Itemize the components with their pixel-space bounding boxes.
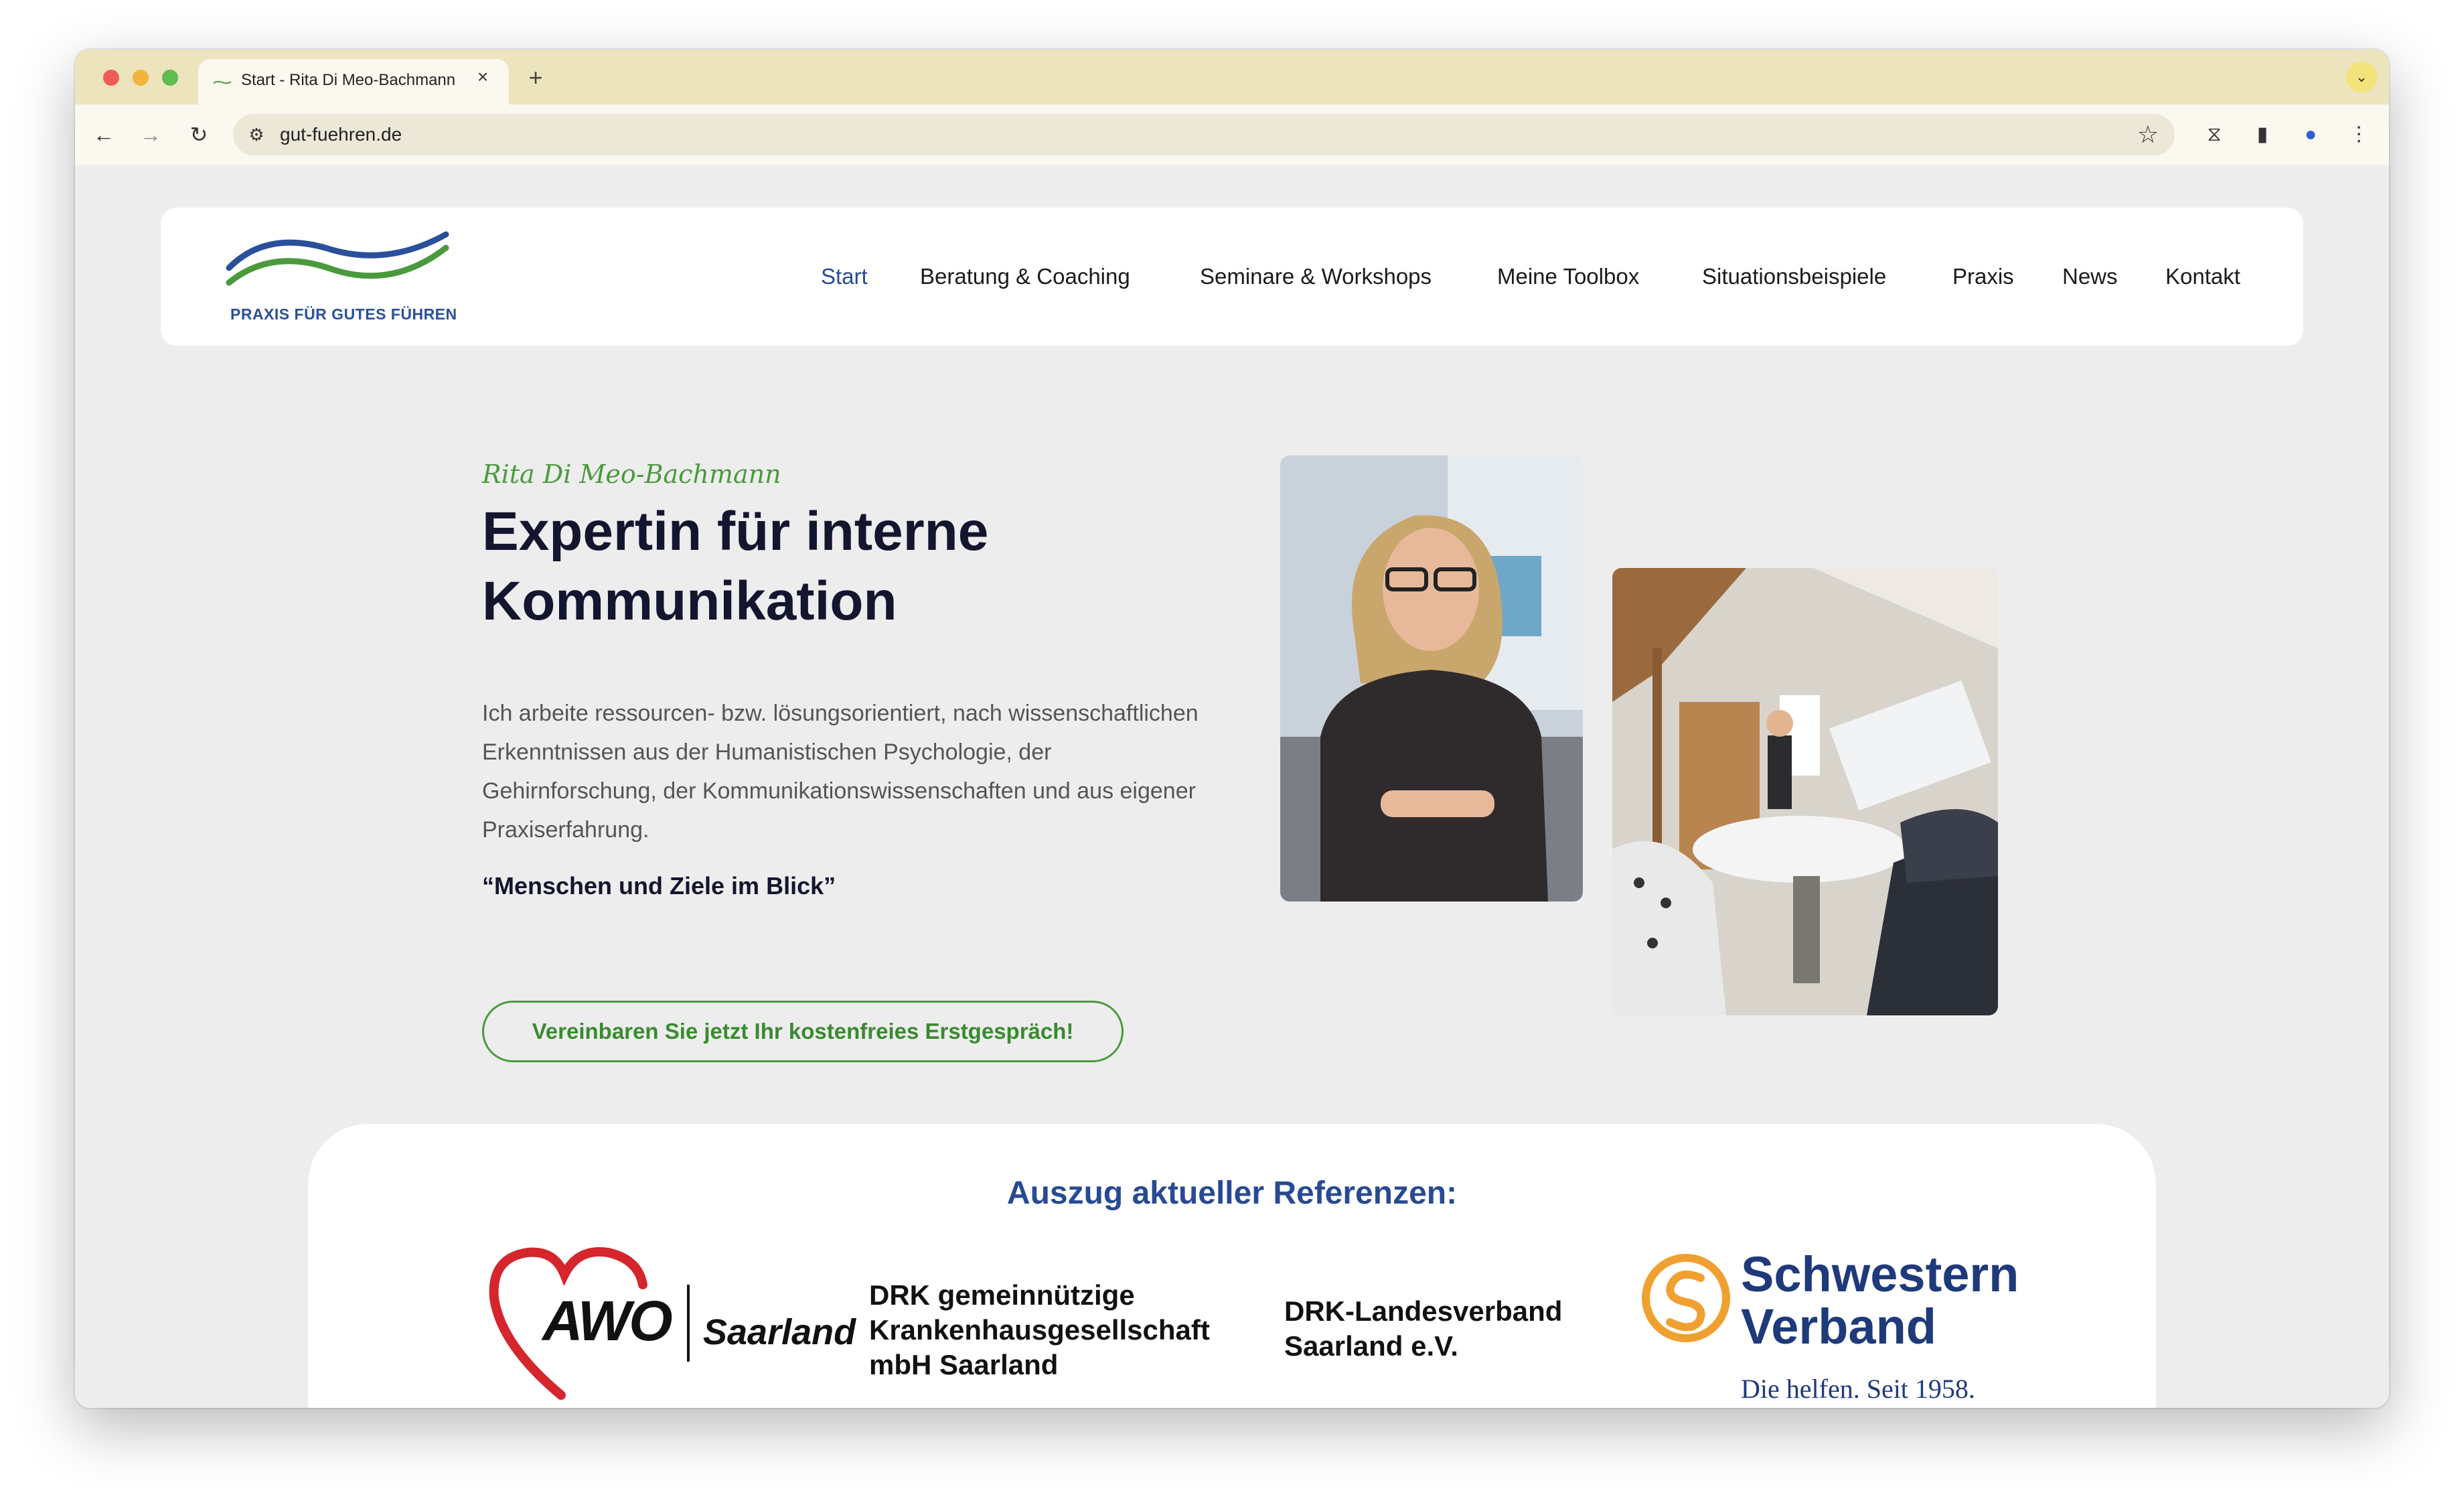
- drk-landesverband-line-1: DRK-Landesverband: [1284, 1295, 1563, 1327]
- awo-text: AWO: [542, 1289, 673, 1352]
- tab-title: Start - Rita Di Meo-Bachmann: [241, 71, 456, 89]
- browser-toolbar: ← → ↻ ⚙ gut-fuehren.de ☆ ⧖ ▮ ● ⋮: [75, 104, 2389, 166]
- browser-tab[interactable]: Start - Rita Di Meo-Bachmann ×: [198, 59, 509, 104]
- forward-icon[interactable]: →: [135, 119, 166, 150]
- hero-title: Expertin für interne Kommunikation: [482, 501, 989, 632]
- reload-icon[interactable]: ↻: [183, 119, 214, 150]
- url-text[interactable]: gut-fuehren.de: [280, 124, 402, 145]
- bookmark-star-icon[interactable]: ☆: [2137, 121, 2159, 149]
- nav-beratung-coaching[interactable]: Beratung & Coaching: [920, 264, 1130, 289]
- maximize-window-button[interactable]: [162, 70, 178, 86]
- site-header: PRAXIS FÜR GUTES FÜHREN Start Beratung &…: [161, 208, 2303, 346]
- address-bar[interactable]: ⚙ gut-fuehren.de ☆: [233, 114, 2175, 155]
- hero-text: Ich arbeite ressourcen- bzw. lösungsorie…: [482, 701, 1199, 843]
- nav-news[interactable]: News: [2062, 264, 2118, 289]
- schwesternverband-name: Schwestern Verband: [1741, 1248, 2019, 1353]
- awo-region-text: Saarland: [703, 1312, 856, 1352]
- tab-search-icon[interactable]: ⌄: [2346, 62, 2377, 92]
- side-panel-icon[interactable]: ▮: [2247, 119, 2278, 150]
- awo-saarland-logo: AWO Saarland: [487, 1244, 862, 1405]
- schwesternverband-line-2: Verband: [1741, 1299, 1936, 1354]
- browser-window: Start - Rita Di Meo-Bachmann × + ⌄ ← → ↻…: [75, 50, 2389, 1408]
- back-icon[interactable]: ←: [88, 119, 119, 150]
- workshop-photo: [1612, 568, 1998, 1015]
- browser-menu-icon[interactable]: ⋮: [2343, 119, 2374, 150]
- schwesternverband-line-1: Schwestern: [1741, 1246, 2019, 1302]
- schwesternverband-tagline: Die helfen. Seit 1958.: [1741, 1374, 1975, 1404]
- nav-meine-toolbox[interactable]: Meine Toolbox: [1497, 264, 1639, 289]
- web-page: PRAXIS FÜR GUTES FÜHREN Start Beratung &…: [75, 165, 2389, 1408]
- tab-close-icon[interactable]: ×: [473, 67, 493, 87]
- tab-bar: Start - Rita Di Meo-Bachmann × + ⌄: [75, 50, 2389, 104]
- site-favicon-icon: [213, 80, 232, 84]
- nav-praxis[interactable]: Praxis: [1952, 264, 2014, 289]
- nav-start[interactable]: Start: [821, 264, 868, 289]
- new-tab-button[interactable]: +: [522, 64, 549, 91]
- cta-button[interactable]: Vereinbaren Sie jetzt Ihr kostenfreies E…: [482, 1001, 1124, 1062]
- close-window-button[interactable]: [103, 70, 119, 86]
- references-title: Auszug aktueller Referenzen:: [1006, 1175, 1458, 1211]
- nav-seminare-workshops[interactable]: Seminare & Workshops: [1200, 264, 1432, 289]
- nav-situationsbeispiele[interactable]: Situationsbeispiele: [1702, 264, 1886, 289]
- extension-icon[interactable]: ⧖: [2199, 119, 2230, 150]
- schwesternverband-logo: Schwestern Verband Die helfen. Seit 1958…: [1639, 1248, 2019, 1408]
- profile-icon[interactable]: ●: [2295, 119, 2326, 150]
- hero-quote: “Menschen und Ziele im Blick”: [482, 872, 836, 900]
- drk-krankenhaus-line-2: Krankenhausgesellschaft: [869, 1314, 1210, 1346]
- drk-krankenhaus-logo: DRK gemeinnützige Krankenhausgesellschaf…: [869, 1278, 1210, 1382]
- drk-krankenhaus-line-3: mbH Saarland: [869, 1349, 1059, 1380]
- nav-kontakt[interactable]: Kontakt: [2165, 264, 2240, 289]
- portrait-photo: [1280, 455, 1583, 902]
- schwesternverband-emblem-icon: [1642, 1254, 1730, 1342]
- wave-logo-icon: [226, 231, 449, 286]
- site-logo[interactable]: PRAXIS FÜR GUTES FÜHREN: [225, 228, 457, 328]
- drk-landesverband-logo: DRK-Landesverband Saarland e.V.: [1284, 1294, 1562, 1364]
- site-info-icon[interactable]: ⚙: [245, 123, 268, 146]
- window-controls: [103, 70, 178, 86]
- hero-name: Rita Di Meo-Bachmann: [482, 459, 781, 489]
- logo-text: PRAXIS FÜR GUTES FÜHREN: [230, 305, 457, 323]
- references-section: Auszug aktueller Referenzen: AWO Saarlan…: [308, 1124, 2156, 1408]
- drk-landesverband-line-2: Saarland e.V.: [1284, 1330, 1458, 1362]
- minimize-window-button[interactable]: [133, 70, 149, 86]
- drk-krankenhaus-line-1: DRK gemeinnützige: [869, 1279, 1135, 1311]
